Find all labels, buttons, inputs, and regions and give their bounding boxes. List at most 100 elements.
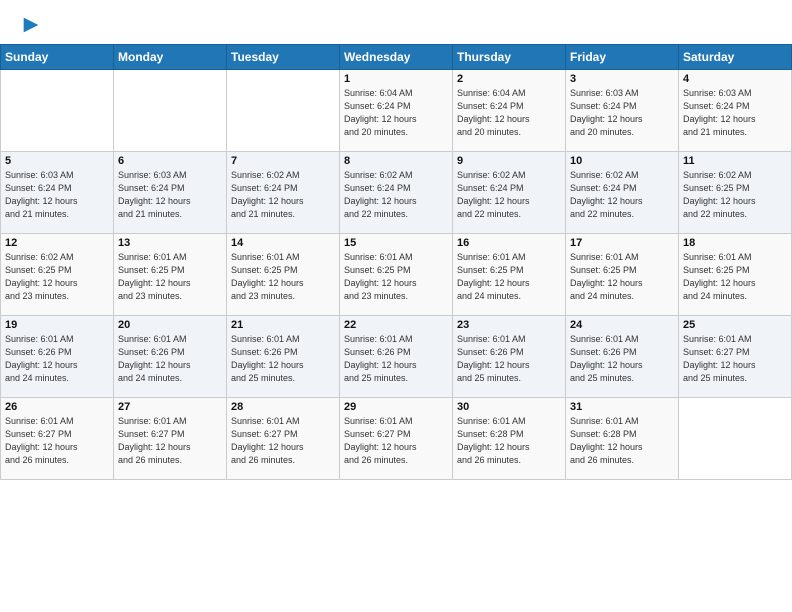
day-info: Sunrise: 6:02 AM Sunset: 6:24 PM Dayligh…: [231, 169, 335, 221]
day-info: Sunrise: 6:01 AM Sunset: 6:26 PM Dayligh…: [344, 333, 448, 385]
day-info: Sunrise: 6:02 AM Sunset: 6:24 PM Dayligh…: [457, 169, 561, 221]
day-info: Sunrise: 6:03 AM Sunset: 6:24 PM Dayligh…: [118, 169, 222, 221]
day-info: Sunrise: 6:02 AM Sunset: 6:25 PM Dayligh…: [683, 169, 787, 221]
day-number: 28: [231, 401, 335, 413]
day-number: 27: [118, 401, 222, 413]
calendar-cell: 20 Sunrise: 6:01 AM Sunset: 6:26 PM Dayli…: [114, 316, 227, 398]
day-number: 3: [570, 73, 674, 85]
calendar-cell: 25 Sunrise: 6:01 AM Sunset: 6:27 PM Dayli…: [679, 316, 792, 398]
calendar-cell: [679, 398, 792, 480]
header-sunday: Sunday: [1, 45, 114, 70]
calendar-cell: 11 Sunrise: 6:02 AM Sunset: 6:25 PM Dayli…: [679, 152, 792, 234]
day-info: Sunrise: 6:01 AM Sunset: 6:26 PM Dayligh…: [457, 333, 561, 385]
day-info: Sunrise: 6:01 AM Sunset: 6:28 PM Dayligh…: [570, 415, 674, 467]
day-number: 30: [457, 401, 561, 413]
day-info: Sunrise: 6:01 AM Sunset: 6:27 PM Dayligh…: [683, 333, 787, 385]
day-info: Sunrise: 6:01 AM Sunset: 6:26 PM Dayligh…: [231, 333, 335, 385]
header: [0, 0, 792, 44]
day-info: Sunrise: 6:01 AM Sunset: 6:27 PM Dayligh…: [118, 415, 222, 467]
calendar-cell: 5 Sunrise: 6:03 AM Sunset: 6:24 PM Daylig…: [1, 152, 114, 234]
day-info: Sunrise: 6:01 AM Sunset: 6:25 PM Dayligh…: [570, 251, 674, 303]
logo-icon: [20, 14, 42, 36]
calendar-cell: 3 Sunrise: 6:03 AM Sunset: 6:24 PM Daylig…: [566, 70, 679, 152]
day-info: Sunrise: 6:01 AM Sunset: 6:26 PM Dayligh…: [570, 333, 674, 385]
day-info: Sunrise: 6:02 AM Sunset: 6:24 PM Dayligh…: [570, 169, 674, 221]
calendar-cell: [227, 70, 340, 152]
calendar-cell: 7 Sunrise: 6:02 AM Sunset: 6:24 PM Daylig…: [227, 152, 340, 234]
calendar-cell: 30 Sunrise: 6:01 AM Sunset: 6:28 PM Dayli…: [453, 398, 566, 480]
calendar-cell: 12Sunrise: 6:02 AM Sunset: 6:25 PM Dayli…: [1, 234, 114, 316]
day-info: Sunrise: 6:03 AM Sunset: 6:24 PM Dayligh…: [683, 87, 787, 139]
day-info: Sunrise: 6:01 AM Sunset: 6:27 PM Dayligh…: [5, 415, 109, 467]
day-number: 25: [683, 319, 787, 331]
logo-area: [18, 14, 42, 36]
day-number: 22: [344, 319, 448, 331]
calendar-cell: 23 Sunrise: 6:01 AM Sunset: 6:26 PM Dayli…: [453, 316, 566, 398]
calendar-cell: 2Sunrise: 6:04 AM Sunset: 6:24 PM Daylig…: [453, 70, 566, 152]
calendar-cell: 29 Sunrise: 6:01 AM Sunset: 6:27 PM Dayli…: [340, 398, 453, 480]
page: SundayMondayTuesdayWednesdayThursdayFrid…: [0, 0, 792, 612]
week-row-1: 5 Sunrise: 6:03 AM Sunset: 6:24 PM Daylig…: [1, 152, 792, 234]
day-info: Sunrise: 6:03 AM Sunset: 6:24 PM Dayligh…: [570, 87, 674, 139]
day-number: 5: [5, 155, 109, 167]
day-number: 8: [344, 155, 448, 167]
day-number: 23: [457, 319, 561, 331]
calendar-cell: 9Sunrise: 6:02 AM Sunset: 6:24 PM Daylig…: [453, 152, 566, 234]
header-wednesday: Wednesday: [340, 45, 453, 70]
day-number: 11: [683, 155, 787, 167]
day-number: 7: [231, 155, 335, 167]
day-number: 19: [5, 319, 109, 331]
calendar-cell: 16 Sunrise: 6:01 AM Sunset: 6:25 PM Dayli…: [453, 234, 566, 316]
day-info: Sunrise: 6:03 AM Sunset: 6:24 PM Dayligh…: [5, 169, 109, 221]
logo: [18, 14, 42, 36]
day-number: 29: [344, 401, 448, 413]
calendar-cell: 18 Sunrise: 6:01 AM Sunset: 6:25 PM Dayli…: [679, 234, 792, 316]
calendar-cell: 19 Sunrise: 6:01 AM Sunset: 6:26 PM Dayli…: [1, 316, 114, 398]
calendar-cell: 31Sunrise: 6:01 AM Sunset: 6:28 PM Dayli…: [566, 398, 679, 480]
day-number: 14: [231, 237, 335, 249]
day-info: Sunrise: 6:01 AM Sunset: 6:25 PM Dayligh…: [344, 251, 448, 303]
day-number: 4: [683, 73, 787, 85]
header-saturday: Saturday: [679, 45, 792, 70]
week-row-3: 19 Sunrise: 6:01 AM Sunset: 6:26 PM Dayli…: [1, 316, 792, 398]
calendar-cell: 22 Sunrise: 6:01 AM Sunset: 6:26 PM Dayli…: [340, 316, 453, 398]
calendar-cell: 21 Sunrise: 6:01 AM Sunset: 6:26 PM Dayli…: [227, 316, 340, 398]
calendar-cell: 8 Sunrise: 6:02 AM Sunset: 6:24 PM Daylig…: [340, 152, 453, 234]
calendar-cell: 26Sunrise: 6:01 AM Sunset: 6:27 PM Dayli…: [1, 398, 114, 480]
calendar-cell: 1 Sunrise: 6:04 AM Sunset: 6:24 PM Daylig…: [340, 70, 453, 152]
day-info: Sunrise: 6:04 AM Sunset: 6:24 PM Dayligh…: [344, 87, 448, 139]
header-monday: Monday: [114, 45, 227, 70]
day-number: 10: [570, 155, 674, 167]
day-number: 18: [683, 237, 787, 249]
day-number: 13: [118, 237, 222, 249]
calendar-cell: 28 Sunrise: 6:01 AM Sunset: 6:27 PM Dayli…: [227, 398, 340, 480]
day-info: Sunrise: 6:01 AM Sunset: 6:25 PM Dayligh…: [683, 251, 787, 303]
week-row-0: 1 Sunrise: 6:04 AM Sunset: 6:24 PM Daylig…: [1, 70, 792, 152]
day-number: 6: [118, 155, 222, 167]
day-number: 17: [570, 237, 674, 249]
calendar-header-row: SundayMondayTuesdayWednesdayThursdayFrid…: [1, 45, 792, 70]
calendar-cell: 14 Sunrise: 6:01 AM Sunset: 6:25 PM Dayli…: [227, 234, 340, 316]
day-number: 21: [231, 319, 335, 331]
day-info: Sunrise: 6:02 AM Sunset: 6:25 PM Dayligh…: [5, 251, 109, 303]
day-info: Sunrise: 6:02 AM Sunset: 6:24 PM Dayligh…: [344, 169, 448, 221]
day-info: Sunrise: 6:01 AM Sunset: 6:25 PM Dayligh…: [457, 251, 561, 303]
calendar-cell: 24 Sunrise: 6:01 AM Sunset: 6:26 PM Dayli…: [566, 316, 679, 398]
week-row-2: 12Sunrise: 6:02 AM Sunset: 6:25 PM Dayli…: [1, 234, 792, 316]
day-info: Sunrise: 6:01 AM Sunset: 6:26 PM Dayligh…: [118, 333, 222, 385]
day-info: Sunrise: 6:01 AM Sunset: 6:26 PM Dayligh…: [5, 333, 109, 385]
day-info: Sunrise: 6:01 AM Sunset: 6:25 PM Dayligh…: [231, 251, 335, 303]
day-number: 24: [570, 319, 674, 331]
day-info: Sunrise: 6:01 AM Sunset: 6:28 PM Dayligh…: [457, 415, 561, 467]
day-info: Sunrise: 6:01 AM Sunset: 6:27 PM Dayligh…: [231, 415, 335, 467]
day-number: 20: [118, 319, 222, 331]
day-number: 16: [457, 237, 561, 249]
day-info: Sunrise: 6:01 AM Sunset: 6:27 PM Dayligh…: [344, 415, 448, 467]
header-tuesday: Tuesday: [227, 45, 340, 70]
calendar-cell: 10 Sunrise: 6:02 AM Sunset: 6:24 PM Dayli…: [566, 152, 679, 234]
day-number: 1: [344, 73, 448, 85]
day-info: Sunrise: 6:01 AM Sunset: 6:25 PM Dayligh…: [118, 251, 222, 303]
header-friday: Friday: [566, 45, 679, 70]
calendar-table: SundayMondayTuesdayWednesdayThursdayFrid…: [0, 44, 792, 480]
calendar-cell: 27 Sunrise: 6:01 AM Sunset: 6:27 PM Dayli…: [114, 398, 227, 480]
